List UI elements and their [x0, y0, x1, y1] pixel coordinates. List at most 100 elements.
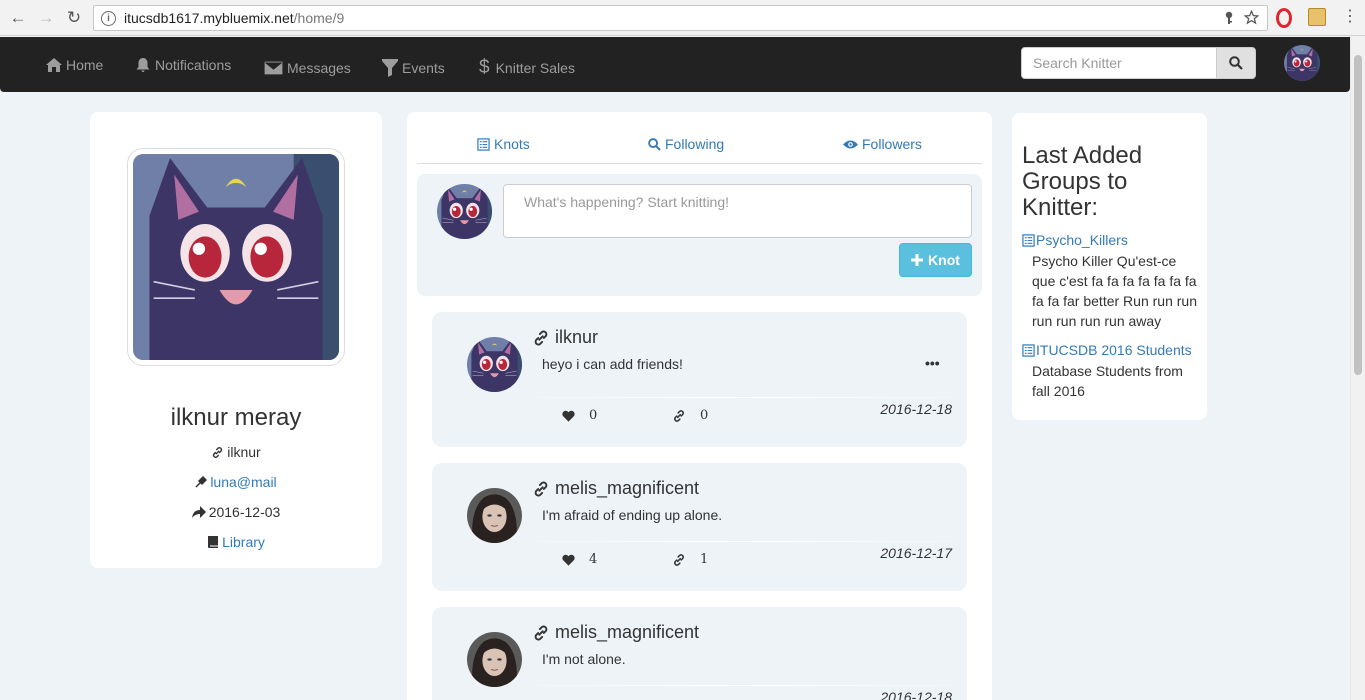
star-icon[interactable] [1244, 10, 1259, 25]
book-icon [208, 536, 219, 548]
link-icon [672, 409, 686, 423]
tab-followers[interactable]: Followers [843, 126, 922, 162]
profile-username: ilknur [227, 444, 261, 460]
search-button[interactable] [1216, 47, 1256, 79]
nav-messages[interactable]: Messages [264, 40, 351, 95]
post-avatar[interactable] [467, 337, 522, 392]
like-stat[interactable]: 0 [562, 408, 597, 423]
reload-icon[interactable]: ↻ [64, 8, 84, 28]
nav-notifications-label: Notifications [155, 56, 232, 73]
reknot-stat[interactable]: 1 [672, 552, 708, 567]
compose-box: What's happening? Start knitting! Knot [417, 174, 982, 296]
home-icon [46, 57, 62, 72]
post-divider [532, 541, 952, 542]
post-avatar[interactable] [467, 632, 522, 687]
group-link[interactable]: Psycho_Killers [1022, 232, 1128, 248]
list-icon [1022, 344, 1035, 357]
post-date: 2016-12-17 [880, 545, 952, 561]
groups-title: Last Added Groups to Knitter: [1022, 142, 1143, 221]
profile-username-row: ilknur [90, 444, 382, 460]
reknot-stat[interactable]: 0 [672, 408, 708, 423]
like-count: 0 [589, 408, 598, 423]
tab-following[interactable]: Following [648, 126, 724, 162]
nav-home-label: Home [66, 56, 104, 73]
post-username[interactable]: ilknur [532, 327, 598, 348]
top-navbar: Home Notifications Messages Events $ Kni… [0, 37, 1350, 92]
key-icon[interactable] [1224, 11, 1234, 25]
post-avatar[interactable] [467, 488, 522, 543]
post-card: ilknur heyo i can add friends! ••• 2016-… [432, 312, 967, 447]
dollar-icon: $ [479, 56, 490, 78]
post-card: melis_magnificent I'm afraid of ending u… [432, 463, 967, 591]
profile-joined-row: 2016-12-03 [90, 504, 382, 520]
url-host: itucsdb1617.mybluemix.net [124, 10, 294, 26]
group-name: ITUCSDB 2016 Students [1036, 342, 1192, 358]
search-input[interactable]: Search Knitter [1021, 47, 1217, 79]
link-icon [672, 553, 686, 567]
feed-panel: Knots Following Followers What's happeni… [407, 112, 992, 700]
like-stat[interactable]: 4 [562, 552, 597, 567]
heart-icon [562, 410, 575, 422]
nav-notifications[interactable]: Notifications [135, 37, 231, 92]
nav-events[interactable]: Events [382, 40, 445, 95]
tab-knots[interactable]: Knots [477, 126, 530, 162]
like-count: 4 [589, 552, 598, 567]
compose-avatar [437, 184, 492, 239]
page-scrollbar[interactable] [1350, 37, 1365, 700]
tab-following-label: Following [665, 136, 725, 152]
profile-card: ilknur meray ilknur luna@mail 2016-12-03… [90, 112, 382, 568]
profile-email-row: luna@mail [90, 474, 382, 490]
group-link[interactable]: ITUCSDB 2016 Students [1022, 342, 1192, 358]
search-icon [648, 137, 661, 151]
post-username-text: melis_magnificent [555, 622, 700, 642]
scrollbar-thumb[interactable] [1354, 55, 1362, 375]
knot-button-label: Knot [928, 252, 960, 268]
envelope-icon [264, 60, 283, 75]
back-arrow-icon[interactable]: ← [8, 8, 28, 28]
extension-icon[interactable] [1308, 8, 1326, 26]
profile-joined-date: 2016-12-03 [208, 504, 281, 520]
list-icon [477, 138, 490, 151]
nav-knitter-sales[interactable]: $ Knitter Sales [479, 40, 575, 95]
bell-icon [136, 57, 150, 72]
post-text: heyo i can add friends! [542, 356, 683, 372]
post-username[interactable]: melis_magnificent [532, 622, 699, 643]
post-menu-icon[interactable]: ••• [925, 355, 940, 371]
reknot-count: 1 [700, 552, 709, 567]
plus-icon [911, 254, 924, 266]
post-date: 2016-12-18 [880, 689, 952, 700]
tab-knots-label: Knots [494, 136, 530, 152]
opera-icon[interactable] [1276, 8, 1292, 28]
link-icon [211, 446, 224, 459]
reknot-count: 0 [700, 408, 709, 423]
post-username[interactable]: melis_magnificent [532, 478, 699, 499]
profile-picture [127, 148, 345, 366]
search-icon [1229, 56, 1243, 70]
profile-email-link[interactable]: luna@mail [210, 474, 276, 490]
user-avatar[interactable] [1284, 45, 1320, 81]
group-description: Database Students from fall 2016 [1032, 363, 1183, 399]
list-icon [1022, 234, 1035, 247]
group-name: Psycho_Killers [1036, 232, 1128, 248]
nav-knitter-sales-label: Knitter Sales [495, 59, 575, 76]
nav-home[interactable]: Home [46, 37, 103, 92]
compose-input[interactable]: What's happening? Start knitting! [503, 184, 972, 238]
post-username-text: melis_magnificent [555, 478, 700, 498]
address-bar[interactable]: i itucsdb1617.mybluemix.net/home/9 [93, 5, 1268, 31]
filter-icon [382, 58, 398, 77]
forward-arrow-icon[interactable]: → [36, 8, 56, 28]
browser-toolbar: ← → ↻ i itucsdb1617.mybluemix.net/home/9… [0, 0, 1365, 36]
post-divider [532, 397, 952, 398]
post-card: melis_magnificent I'm not alone. 2016-12… [432, 607, 967, 700]
knot-button[interactable]: Knot [899, 243, 972, 277]
link-icon [532, 480, 550, 498]
group-description: Psycho Killer Qu'est-ce que c'est fa fa … [1032, 253, 1197, 329]
post-date: 2016-12-18 [880, 401, 952, 417]
heart-icon [562, 554, 575, 566]
post-divider [532, 685, 952, 686]
browser-menu-icon[interactable]: ⋮ [1342, 8, 1358, 26]
pushpin-icon [195, 476, 208, 488]
library-link[interactable]: Library [222, 534, 265, 550]
info-icon[interactable]: i [101, 10, 116, 26]
post-text: I'm afraid of ending up alone. [542, 507, 723, 523]
